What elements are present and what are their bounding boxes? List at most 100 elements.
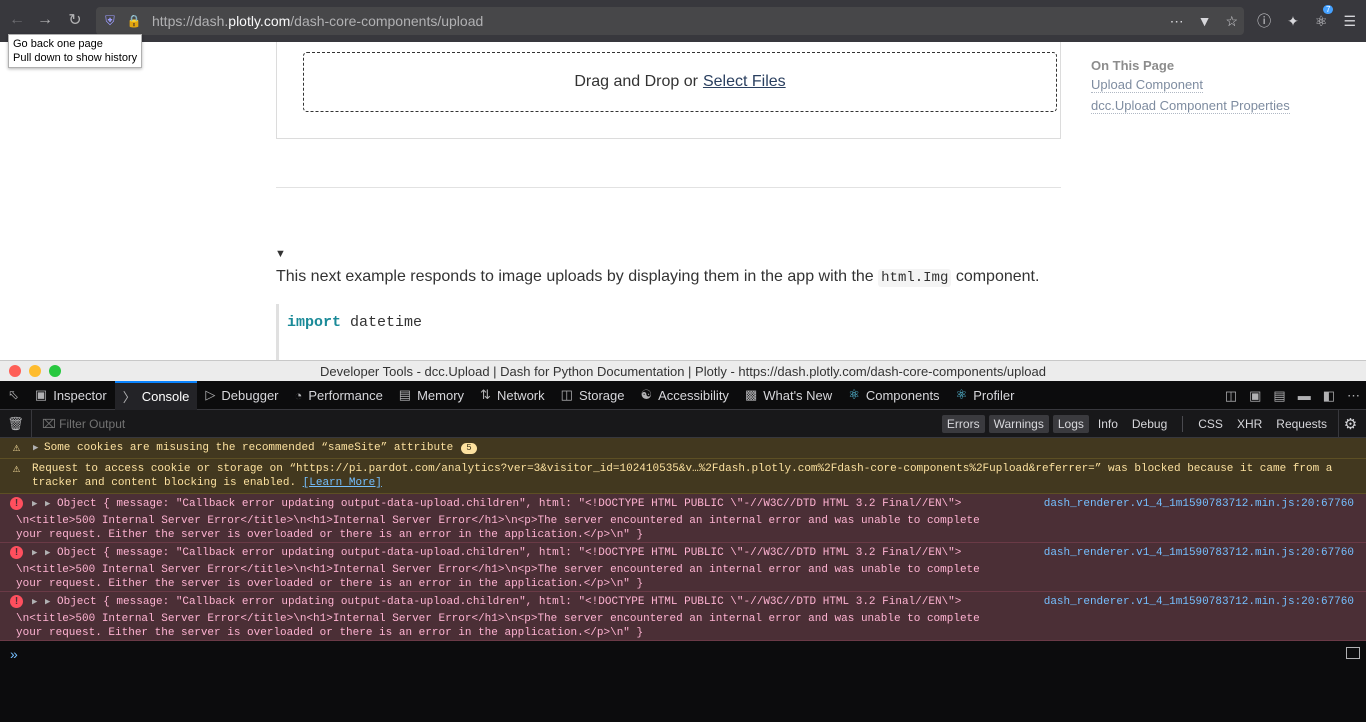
warning-icon: ⚠ bbox=[12, 440, 21, 455]
expand-object-icon[interactable]: ▶ bbox=[45, 546, 50, 560]
error-source-link[interactable]: dash_renderer.v1_4_1m1590783712.min.js:2… bbox=[1044, 595, 1354, 609]
console-settings-gear-icon[interactable]: ⚙ bbox=[1338, 410, 1362, 438]
tab-accessibility[interactable]: ☯ Accessibility bbox=[632, 381, 736, 410]
tab-network[interactable]: ⇅ Network bbox=[472, 381, 553, 410]
filter-css-button[interactable]: CSS bbox=[1193, 415, 1228, 433]
tab-storage[interactable]: ◫ Storage bbox=[553, 381, 633, 410]
clear-console-trash-icon[interactable]: 🗑 bbox=[0, 409, 32, 438]
tab-debugger[interactable]: ▷ Debugger bbox=[197, 381, 286, 410]
pocket-icon[interactable]: ▼ bbox=[1198, 13, 1212, 29]
error-icon: ! bbox=[10, 546, 23, 559]
console-prompt-icon: » bbox=[10, 646, 18, 662]
responsive-design-icon[interactable]: ▤ bbox=[1273, 388, 1285, 404]
react-extension-icon[interactable]: ⚛ 7 bbox=[1315, 4, 1334, 30]
console-icon: 〉 bbox=[122, 389, 136, 405]
forward-arrow-icon[interactable]: → bbox=[30, 5, 60, 35]
console-error-callback[interactable]: ! ▶ ▶ Object { message: "Callback error … bbox=[0, 592, 1366, 641]
gift-icon: ▩ bbox=[744, 387, 758, 402]
bookmark-star-icon[interactable]: ☆ bbox=[1225, 13, 1238, 30]
filter-separator bbox=[1182, 416, 1184, 432]
toc-link-upload-component[interactable]: Upload Component bbox=[1091, 77, 1204, 93]
devtools-tabbar: ⬁ ▣ Inspector 〉 Console ▷ Debugger ◔ Perform… bbox=[0, 380, 1366, 410]
upload-drop-zone[interactable]: Drag and Drop or Select Files bbox=[303, 52, 1057, 112]
page-actions-icon[interactable]: ⋯ bbox=[1170, 13, 1184, 30]
tab-performance[interactable]: ◔ Performance bbox=[287, 381, 391, 410]
lock-icon[interactable]: 🔒 bbox=[124, 7, 144, 35]
filter-xhr-button[interactable]: XHR bbox=[1232, 415, 1267, 433]
devtools-window-title: Developer Tools - dcc.Upload | Dash for … bbox=[0, 360, 1366, 381]
memory-icon: ▤ bbox=[398, 387, 412, 402]
more-options-icon[interactable]: ⋯ bbox=[1347, 388, 1360, 404]
dock-icon[interactable]: ◧ bbox=[1323, 388, 1335, 404]
error-icon: ! bbox=[10, 595, 23, 608]
expand-object-icon[interactable]: ▶ bbox=[45, 595, 50, 609]
tab-whats-new[interactable]: ▩ What's New bbox=[737, 381, 840, 410]
error-source-link[interactable]: dash_renderer.v1_4_1m1590783712.min.js:2… bbox=[1044, 546, 1354, 560]
tab-memory[interactable]: ▤ Memory bbox=[391, 381, 472, 410]
filter-info-button[interactable]: Info bbox=[1093, 415, 1123, 433]
close-window-button[interactable] bbox=[9, 365, 21, 377]
debugger-icon: ▷ bbox=[205, 387, 216, 402]
filter-output-input[interactable]: ⌧ Filter Output bbox=[42, 417, 125, 431]
tab-profiler[interactable]: ⚛ Profiler bbox=[948, 381, 1023, 410]
console-error-callback[interactable]: ! ▶ ▶ Object { message: "Callback error … bbox=[0, 494, 1366, 543]
reload-icon[interactable]: ↻ bbox=[60, 5, 90, 35]
back-tooltip: Go back one page Pull down to show histo… bbox=[8, 34, 143, 68]
tab-console[interactable]: 〉 Console bbox=[114, 380, 198, 410]
network-icon: ⇅ bbox=[480, 387, 491, 402]
element-picker-icon[interactable]: ⬁ bbox=[0, 381, 27, 410]
react-icon: ⚛ bbox=[848, 387, 860, 402]
react-icon: ⚛ bbox=[955, 387, 968, 402]
select-files-link[interactable]: Select Files bbox=[703, 73, 786, 91]
console-filter-bar: 🗑 ⌧ Filter Output Errors Warnings Logs I… bbox=[0, 409, 1366, 438]
maximize-window-button[interactable] bbox=[49, 365, 61, 377]
console-output: ⚠ ▶ Some cookies are misusing the recomm… bbox=[0, 438, 1366, 722]
message-repeat-badge: 5 bbox=[461, 443, 477, 454]
on-this-page-nav: On This Page Upload Component dcc.Upload… bbox=[1091, 58, 1290, 119]
tab-components[interactable]: ⚛ Components bbox=[840, 381, 947, 410]
section-divider bbox=[276, 187, 1061, 188]
back-arrow-icon[interactable]: ← bbox=[2, 5, 32, 35]
browser-toolbar: ← → ↻ ⛨ 🔒 https://dash.plotly.com/dash-c… bbox=[0, 0, 1366, 42]
inline-code: html.Img bbox=[878, 269, 952, 287]
page-content: Drag and Drop or Select Files On This Pa… bbox=[0, 42, 1366, 360]
filter-debug-button[interactable]: Debug bbox=[1127, 415, 1172, 433]
toc-title: On This Page bbox=[1091, 58, 1175, 73]
expand-object-icon[interactable]: ▶ bbox=[45, 497, 50, 511]
filter-warnings-button[interactable]: Warnings bbox=[988, 415, 1049, 433]
url-bar[interactable]: ⛨ 🔒 https://dash.plotly.com/dash-core-co… bbox=[96, 7, 1244, 35]
error-icon: ! bbox=[10, 497, 23, 510]
editor-mode-toggle-icon[interactable] bbox=[1346, 647, 1360, 659]
upload-card: Drag and Drop or Select Files bbox=[276, 42, 1061, 139]
disclosure-triangle-icon[interactable]: ▼ bbox=[275, 248, 286, 260]
pin-icon[interactable]: ✦ bbox=[1287, 13, 1299, 30]
expand-triangle-icon[interactable]: ▶ bbox=[32, 546, 37, 560]
info-icon[interactable]: ⓘ bbox=[1257, 11, 1271, 31]
error-source-link[interactable]: dash_renderer.v1_4_1m1590783712.min.js:2… bbox=[1044, 497, 1354, 511]
learn-more-link[interactable]: [Learn More] bbox=[303, 477, 382, 489]
console-input-row[interactable]: » bbox=[0, 640, 1366, 668]
tab-inspector[interactable]: ▣ Inspector bbox=[27, 381, 115, 410]
warning-icon: ⚠ bbox=[12, 461, 21, 476]
minimize-window-button[interactable] bbox=[29, 365, 41, 377]
example-description: This next example responds to image uplo… bbox=[276, 268, 1040, 287]
ruler-icon[interactable]: ▬ bbox=[1298, 388, 1311, 403]
filter-requests-button[interactable]: Requests bbox=[1271, 415, 1332, 433]
storage-icon: ◫ bbox=[560, 387, 573, 402]
split-console-icon[interactable]: ◫ bbox=[1225, 388, 1237, 404]
performance-icon: ◔ bbox=[294, 387, 303, 403]
screenshot-icon[interactable]: ▣ bbox=[1249, 388, 1261, 404]
filter-errors-button[interactable]: Errors bbox=[941, 415, 985, 433]
url-text[interactable]: https://dash.plotly.com/dash-core-compon… bbox=[144, 13, 483, 29]
console-error-callback[interactable]: ! ▶ ▶ Object { message: "Callback error … bbox=[0, 543, 1366, 592]
menu-icon[interactable]: ☰ bbox=[1343, 13, 1356, 30]
console-warning-tracker[interactable]: ⚠ Request to access cookie or storage on… bbox=[0, 459, 1366, 494]
console-warning-samesite[interactable]: ⚠ ▶ Some cookies are misusing the recomm… bbox=[0, 438, 1366, 459]
expand-triangle-icon[interactable]: ▶ bbox=[32, 497, 37, 511]
filter-logs-button[interactable]: Logs bbox=[1052, 415, 1089, 433]
tracking-shield-icon[interactable]: ⛨ bbox=[96, 7, 124, 35]
expand-triangle-icon[interactable]: ▶ bbox=[33, 441, 38, 455]
toc-link-upload-properties[interactable]: dcc.Upload Component Properties bbox=[1091, 98, 1290, 114]
code-block: import datetime bbox=[276, 304, 1061, 360]
expand-triangle-icon[interactable]: ▶ bbox=[32, 595, 37, 609]
